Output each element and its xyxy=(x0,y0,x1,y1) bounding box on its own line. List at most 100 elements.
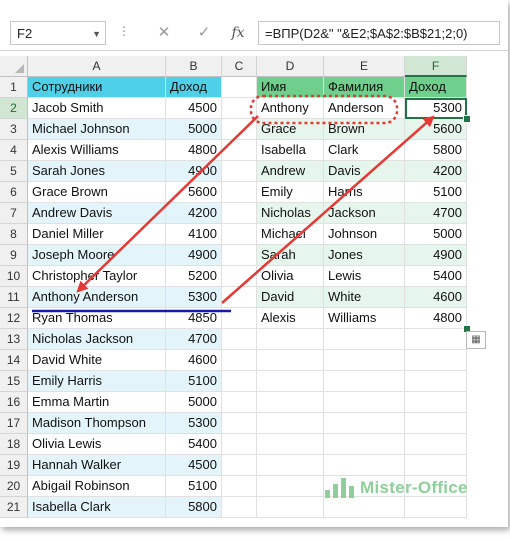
row-header-19[interactable]: 19 xyxy=(0,455,28,476)
right-table-cell[interactable]: Anthony xyxy=(257,98,324,119)
row-header-14[interactable]: 14 xyxy=(0,350,28,371)
empty-cell[interactable] xyxy=(222,413,257,434)
left-table-income-cell[interactable]: 5400 xyxy=(166,434,222,455)
empty-cell[interactable] xyxy=(405,497,467,518)
row-header-6[interactable]: 6 xyxy=(0,182,28,203)
empty-cell[interactable] xyxy=(257,413,324,434)
row-header-9[interactable]: 9 xyxy=(0,245,28,266)
right-table-cell[interactable]: Brown xyxy=(324,119,405,140)
row-header-21[interactable]: 21 xyxy=(0,497,28,518)
empty-cell[interactable] xyxy=(257,350,324,371)
left-table-income-cell[interactable]: 4800 xyxy=(166,140,222,161)
left-table-name-cell[interactable]: Jacob Smith xyxy=(28,98,166,119)
empty-cell[interactable] xyxy=(405,329,467,350)
left-table-income-cell[interactable]: 4600 xyxy=(166,350,222,371)
empty-cell[interactable] xyxy=(257,329,324,350)
left-table-name-cell[interactable]: Madison Thompson xyxy=(28,413,166,434)
left-table-income-cell[interactable]: 5300 xyxy=(166,413,222,434)
insert-function-button[interactable]: fx xyxy=(222,21,254,45)
empty-cell[interactable] xyxy=(257,434,324,455)
left-table-income-cell[interactable]: 4500 xyxy=(166,98,222,119)
row-header-10[interactable]: 10 xyxy=(0,266,28,287)
cancel-icon[interactable]: ✕ xyxy=(148,21,180,45)
empty-cell[interactable] xyxy=(405,371,467,392)
empty-cell[interactable] xyxy=(222,371,257,392)
right-table-cell[interactable]: Harris xyxy=(324,182,405,203)
right-table-cell[interactable]: Alexis xyxy=(257,308,324,329)
empty-cell[interactable] xyxy=(324,497,405,518)
right-table-cell[interactable]: 4900 xyxy=(405,245,467,266)
row-header-15[interactable]: 15 xyxy=(0,371,28,392)
drag-handle-icon[interactable]: ⋮ xyxy=(118,24,131,38)
left-table-income-cell[interactable]: 4100 xyxy=(166,224,222,245)
left-table-name-cell[interactable]: Christopher Taylor xyxy=(28,266,166,287)
row-header-20[interactable]: 20 xyxy=(0,476,28,497)
left-table-name-cell[interactable]: Olivia Lewis xyxy=(28,434,166,455)
left-table-name-cell[interactable]: Emma Martin xyxy=(28,392,166,413)
left-table-name-cell[interactable]: Michael Johnson xyxy=(28,119,166,140)
left-table-income-cell[interactable]: 5600 xyxy=(166,182,222,203)
empty-cell[interactable] xyxy=(257,371,324,392)
column-header-f[interactable]: F xyxy=(405,56,467,77)
right-table-cell[interactable]: Johnson xyxy=(324,224,405,245)
empty-cell[interactable] xyxy=(324,371,405,392)
right-table-cell[interactable]: Davis xyxy=(324,161,405,182)
empty-cell[interactable] xyxy=(222,455,257,476)
column-header-e[interactable]: E xyxy=(324,56,405,77)
empty-cell[interactable] xyxy=(405,350,467,371)
selected-cell-f2[interactable]: 5300 xyxy=(405,98,467,119)
left-table-income-cell[interactable]: 5000 xyxy=(166,119,222,140)
row-header-11[interactable]: 11 xyxy=(0,287,28,308)
empty-cell[interactable] xyxy=(324,434,405,455)
left-table-name-cell[interactable]: Nicholas Jackson xyxy=(28,329,166,350)
right-table-cell[interactable]: 5000 xyxy=(405,224,467,245)
row-header-17[interactable]: 17 xyxy=(0,413,28,434)
right-table-cell[interactable]: 5100 xyxy=(405,182,467,203)
empty-cell[interactable] xyxy=(222,245,257,266)
left-table-income-cell[interactable]: 5100 xyxy=(166,476,222,497)
select-all-corner[interactable] xyxy=(0,56,28,77)
empty-cell[interactable] xyxy=(222,329,257,350)
left-table-income-cell[interactable]: 4200 xyxy=(166,203,222,224)
left-table-name-cell[interactable]: Daniel Miller xyxy=(28,224,166,245)
right-table-cell[interactable]: 4700 xyxy=(405,203,467,224)
left-table-header-name[interactable]: Сотрудники xyxy=(28,77,166,98)
right-table-header-2[interactable]: Доход xyxy=(405,77,467,98)
empty-cell[interactable] xyxy=(324,455,405,476)
left-table-income-cell[interactable]: 4500 xyxy=(166,455,222,476)
empty-cell[interactable] xyxy=(222,161,257,182)
row-header-18[interactable]: 18 xyxy=(0,434,28,455)
right-table-cell[interactable]: Sarah xyxy=(257,245,324,266)
left-table-header-income[interactable]: Доход xyxy=(166,77,222,98)
empty-cell[interactable] xyxy=(222,203,257,224)
right-table-cell[interactable]: Clark xyxy=(324,140,405,161)
left-table-name-cell[interactable]: Abigail Robinson xyxy=(28,476,166,497)
column-header-b[interactable]: B xyxy=(166,56,222,77)
empty-cell[interactable] xyxy=(222,182,257,203)
right-table-cell[interactable]: Jones xyxy=(324,245,405,266)
empty-cell[interactable] xyxy=(222,140,257,161)
empty-cell[interactable] xyxy=(257,392,324,413)
empty-cell[interactable] xyxy=(405,434,467,455)
left-table-name-cell[interactable]: Hannah Walker xyxy=(28,455,166,476)
right-table-header-1[interactable]: Фамилия xyxy=(324,77,405,98)
left-table-income-cell[interactable]: 5100 xyxy=(166,371,222,392)
right-table-cell[interactable]: Andrew xyxy=(257,161,324,182)
left-table-name-cell[interactable]: Isabella Clark xyxy=(28,497,166,518)
left-table-name-cell[interactable]: Andrew Davis xyxy=(28,203,166,224)
empty-cell[interactable] xyxy=(222,77,257,98)
right-table-cell[interactable]: Grace xyxy=(257,119,324,140)
right-table-cell[interactable]: 5400 xyxy=(405,266,467,287)
empty-cell[interactable] xyxy=(222,224,257,245)
left-table-name-cell[interactable]: Ryan Thomas xyxy=(28,308,166,329)
right-table-cell[interactable]: Isabella xyxy=(257,140,324,161)
empty-cell[interactable] xyxy=(222,266,257,287)
row-header-3[interactable]: 3 xyxy=(0,119,28,140)
row-header-4[interactable]: 4 xyxy=(0,140,28,161)
left-table-name-cell[interactable]: Grace Brown xyxy=(28,182,166,203)
right-table-cell[interactable]: Jackson xyxy=(324,203,405,224)
enter-icon[interactable]: ✓ xyxy=(188,21,220,45)
left-table-name-cell[interactable]: Alexis Williams xyxy=(28,140,166,161)
left-table-income-cell[interactable]: 5200 xyxy=(166,266,222,287)
empty-cell[interactable] xyxy=(222,476,257,497)
